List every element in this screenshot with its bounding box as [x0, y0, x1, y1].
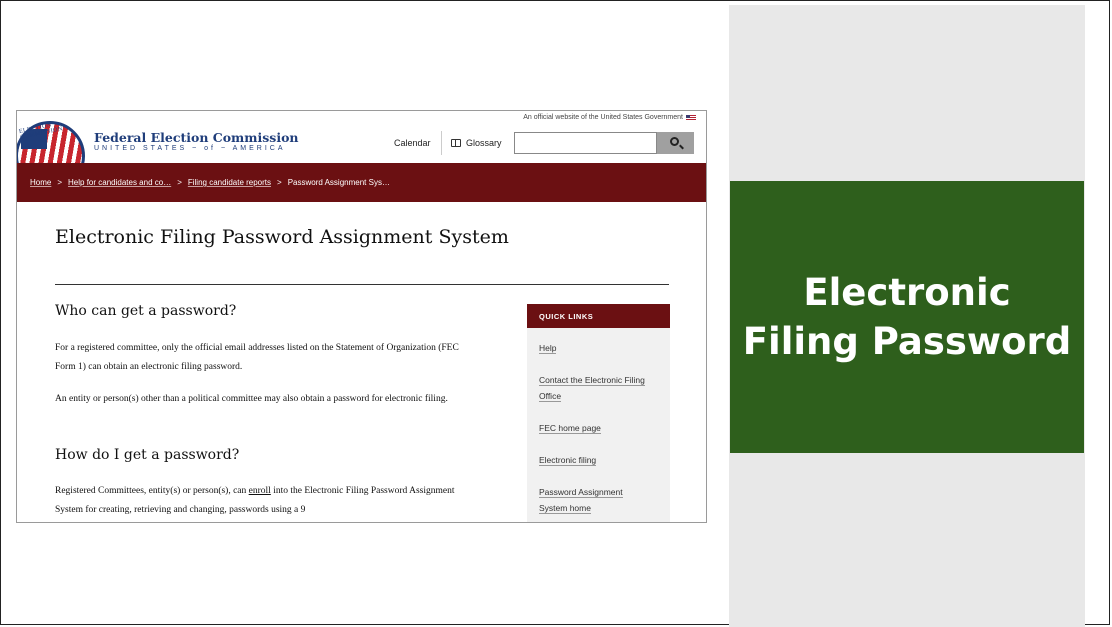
quick-link-help[interactable]: Help [539, 340, 649, 356]
quick-link-label: Help [539, 343, 557, 354]
breadcrumb-separator: > [57, 178, 63, 187]
nav-glossary-link[interactable]: Glossary [451, 138, 502, 148]
breadcrumb-separator: > [277, 178, 282, 187]
enroll-link[interactable]: enroll [249, 486, 271, 496]
page-title: Electronic Filing Password Assignment Sy… [55, 226, 509, 248]
search-icon [669, 137, 679, 146]
nav-glossary-label: Glossary [466, 138, 502, 148]
fec-seal-logo[interactable]: ELECTION COMMISSION [17, 121, 87, 165]
quick-links-panel: QUICK LINKS Help Contact the Electronic … [527, 304, 670, 522]
nav-divider [441, 131, 442, 155]
section-heading-who: Who can get a password? [55, 303, 237, 319]
breadcrumb-home[interactable]: Home [30, 178, 51, 187]
paragraph-entity: An entity or person(s) other than a poli… [55, 394, 448, 404]
quick-link-fec-home[interactable]: FEC home page [539, 420, 649, 436]
nav-calendar-link[interactable]: Calendar [394, 138, 431, 148]
section-heading-how: How do I get a password? [55, 447, 240, 463]
callout-box: Electronic Filing Password [730, 181, 1084, 453]
slide: Electronic Filing Password An official w… [0, 0, 1110, 627]
breadcrumb: Home > Help for candidates and co… > Fil… [17, 163, 706, 202]
callout-title: Electronic Filing Password [742, 271, 1072, 363]
us-flag-icon [686, 114, 696, 121]
search-input[interactable] [514, 132, 657, 154]
breadcrumb-current: Password Assignment Sys… [287, 178, 390, 187]
org-subtitle: UNITED STATES ~ of ~ AMERICA [94, 145, 286, 152]
paragraph-registered-committee: For a registered committee, only the off… [55, 343, 459, 372]
org-name[interactable]: Federal Election Commission [94, 130, 299, 145]
breadcrumb-help-candidates[interactable]: Help for candidates and co… [68, 178, 171, 187]
breadcrumb-separator: > [177, 178, 182, 187]
title-divider [55, 284, 669, 285]
quick-links-heading: QUICK LINKS [527, 304, 670, 328]
breadcrumb-filing-reports[interactable]: Filing candidate reports [188, 178, 271, 187]
gov-banner-text: An official website of the United States… [523, 114, 683, 121]
website-screenshot: An official website of the United States… [16, 110, 707, 523]
gov-banner: An official website of the United States… [523, 114, 696, 121]
paragraph-how-start: Registered Committees, entity(s) or pers… [55, 486, 249, 496]
quick-link-password-home[interactable]: Password Assignment System home [539, 484, 649, 516]
quick-link-label: FEC home page [539, 423, 601, 434]
search-button[interactable] [657, 132, 694, 154]
quick-link-label: Electronic filing [539, 455, 597, 466]
paragraph-how: Registered Committees, entity(s) or pers… [55, 482, 475, 520]
quick-link-label: Contact the Electronic Filing Office [539, 375, 645, 402]
quick-link-contact[interactable]: Contact the Electronic Filing Office [539, 372, 649, 404]
quick-link-electronic-filing[interactable]: Electronic filing [539, 452, 649, 468]
quick-link-label: Password Assignment System home [539, 487, 623, 514]
book-icon [451, 139, 461, 147]
